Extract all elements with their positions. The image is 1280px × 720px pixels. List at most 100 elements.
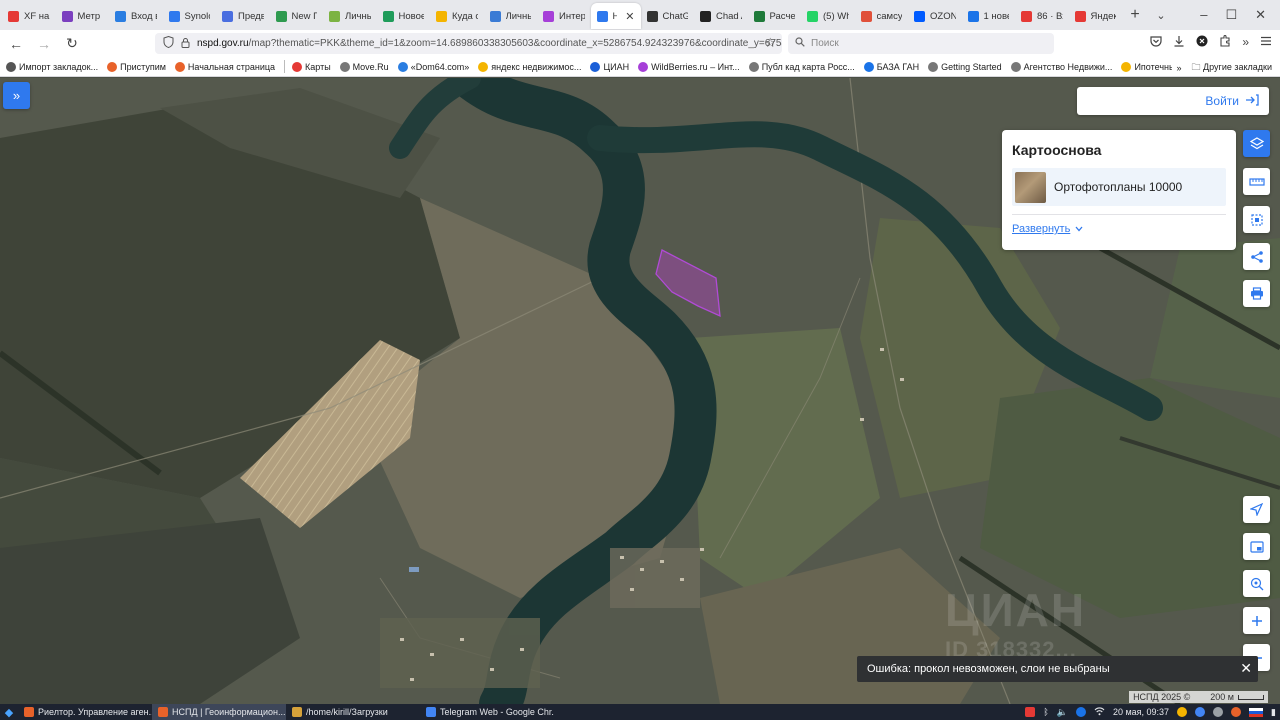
yandex-tray-icon[interactable] [1231, 707, 1242, 717]
print-button[interactable] [1243, 280, 1270, 307]
error-toast: Ошибка: прокол невозможен, слои не выбра… [857, 656, 1258, 682]
reload-button[interactable]: ↻ [60, 35, 84, 52]
bookmark-label: ЦИАН [603, 61, 630, 72]
pocket-icon[interactable] [1150, 35, 1162, 50]
login-button[interactable]: Войти [1077, 87, 1269, 115]
browser-tab[interactable]: Личны [484, 3, 538, 29]
wifi-icon[interactable] [1094, 707, 1105, 718]
browser-tab[interactable]: Интер [537, 3, 591, 29]
browser-tab[interactable]: Новое [377, 3, 431, 29]
app-tray-icon[interactable] [1213, 707, 1224, 717]
taskbar-window-item[interactable]: Риелтор. Управление аген... [18, 704, 152, 720]
downloads-icon[interactable] [1173, 35, 1185, 50]
extensions-icon[interactable] [1219, 34, 1231, 50]
back-button[interactable]: ← [4, 36, 28, 52]
url-text[interactable]: nspd.gov.ru/map?thematic=PKK&theme_id=1&… [197, 38, 782, 49]
shield-icon[interactable] [163, 35, 174, 51]
browser-tab[interactable]: Synolo [163, 3, 217, 29]
browser-tab[interactable]: Расчет [748, 3, 802, 29]
browser-tab[interactable]: 1 нове [962, 3, 1016, 29]
measure-tool-button[interactable] [1243, 168, 1270, 195]
tab-favicon-icon [489, 10, 501, 22]
bookmark-item[interactable]: Getting Started [928, 61, 1002, 72]
bookmark-item[interactable]: Карты [292, 61, 331, 72]
bookmark-item[interactable]: Приступим [107, 61, 166, 72]
volume-icon[interactable]: 🔈 [1057, 707, 1068, 718]
tab-title: Яндек [1090, 10, 1117, 22]
clock[interactable]: 20 мая, 09:37 [1113, 707, 1169, 717]
browser-tab[interactable]: (5) Wh [801, 3, 855, 29]
address-bar[interactable]: nspd.gov.ru/map?thematic=PKK&theme_id=1&… [155, 33, 782, 54]
bookmark-item[interactable]: БАЗА ГАН [863, 61, 919, 72]
search-field[interactable]: Поиск [788, 33, 1054, 54]
tab-title: самсу [876, 10, 903, 22]
basemap-layer-item[interactable]: Ортофотопланы 10000 [1012, 168, 1226, 206]
close-tab-icon[interactable]: ✕ [625, 10, 634, 23]
bookmark-favicon-icon [1121, 61, 1132, 72]
taskbar-window-item[interactable]: /home/kirill/Загрузки [286, 704, 420, 720]
share-button[interactable] [1243, 243, 1270, 270]
hp-icon[interactable] [1075, 707, 1086, 717]
menu-icon[interactable] [1260, 35, 1272, 50]
layers-tool-button[interactable] [1243, 130, 1270, 157]
my-location-button[interactable] [1243, 496, 1270, 523]
browser-tab[interactable]: Предв [216, 3, 270, 29]
browser-tab[interactable]: самсу [855, 3, 909, 29]
show-desktop-icon[interactable]: ▮ [1271, 707, 1276, 718]
tab-title: НСП [612, 10, 618, 22]
tab-active[interactable]: НСП ✕ [590, 3, 641, 29]
browser-tab[interactable]: Личны [323, 3, 377, 29]
chrome-tray-icon[interactable] [1195, 707, 1206, 717]
bookmark-item[interactable]: Начальная страница [174, 61, 275, 72]
tab-favicon-icon [807, 10, 818, 22]
basemap-panel-title: Картооснова [1012, 142, 1102, 158]
bookmark-item[interactable]: ЦИАН [590, 61, 630, 72]
bluetooth-icon[interactable]: ᛒ [1043, 707, 1048, 717]
bookmark-label: WildBerries.ru – Инт... [651, 61, 740, 72]
map-viewport[interactable]: » Войти Картооснова Ортофотопланы 10000 … [0, 78, 1280, 704]
browser-tab[interactable]: Вход в [109, 3, 163, 29]
anydesk-icon[interactable] [1025, 707, 1036, 717]
browser-tab[interactable]: 86 · Вх [1015, 3, 1069, 29]
browser-tab[interactable]: Яндек [1069, 3, 1123, 29]
browser-tab[interactable]: Chad A [694, 3, 748, 29]
forward-button[interactable]: → [32, 36, 56, 52]
maximize-button[interactable]: ☐ [1225, 7, 1237, 23]
bookmarks-chevron-icon[interactable]: » [1176, 63, 1181, 73]
bookmark-item[interactable]: Агентство Недвижи... [1010, 61, 1112, 72]
notification-icon[interactable] [1177, 707, 1188, 717]
bookmark-star-icon[interactable]: ☆ [764, 35, 776, 51]
browser-tab[interactable]: Метр [56, 3, 110, 29]
taskbar-window-item[interactable]: НСПД | Геоинформацион... [152, 704, 286, 720]
select-area-tool-button[interactable] [1243, 206, 1270, 233]
zoom-to-search-button[interactable] [1243, 570, 1270, 597]
close-window-button[interactable]: ✕ [1255, 7, 1266, 23]
bookmark-item[interactable]: WildBerries.ru – Инт... [638, 61, 740, 72]
taskbar-window-label: НСПД | Геоинформацион... [172, 707, 286, 717]
zoom-in-button[interactable] [1243, 607, 1270, 634]
expand-sidebar-button[interactable]: » [3, 82, 30, 109]
minimize-button[interactable]: – [1200, 7, 1207, 23]
minimap-toggle-button[interactable] [1243, 533, 1270, 560]
bookmark-item[interactable]: Move.Ru [339, 61, 389, 72]
browser-tab[interactable]: Куда с [430, 3, 484, 29]
browser-tab[interactable]: ChatGI [641, 3, 695, 29]
bookmark-favicon-icon [638, 61, 649, 72]
expand-basemaps-link[interactable]: Развернуть [1012, 223, 1226, 235]
browser-tab[interactable]: New Гр [270, 3, 324, 29]
keyboard-layout-flag-icon[interactable] [1249, 707, 1264, 717]
overflow-chevron-icon[interactable]: » [1242, 35, 1249, 50]
bookmark-item[interactable]: Импорт закладок... [6, 61, 98, 72]
account-icon[interactable] [1196, 35, 1208, 50]
browser-tab[interactable]: XF на j [2, 3, 56, 29]
close-toast-button[interactable]: ✕ [1240, 660, 1252, 677]
browser-tab[interactable]: OZON [908, 3, 962, 29]
bookmark-item[interactable]: яндекс недвижимос... [478, 61, 581, 72]
other-bookmarks-folder[interactable]: 🗀 Другие закладки [1192, 60, 1273, 76]
start-menu-icon[interactable]: ◆ [0, 706, 18, 719]
taskbar-window-item[interactable]: Telegram Web - Google Chr... [420, 704, 554, 720]
list-all-tabs-button[interactable]: ⌄ [1148, 9, 1174, 22]
new-tab-button[interactable]: + [1122, 6, 1148, 24]
bookmark-item[interactable]: «Dom64.com» [397, 61, 469, 72]
bookmark-item[interactable]: Публ кад карта Росс... [748, 61, 855, 72]
